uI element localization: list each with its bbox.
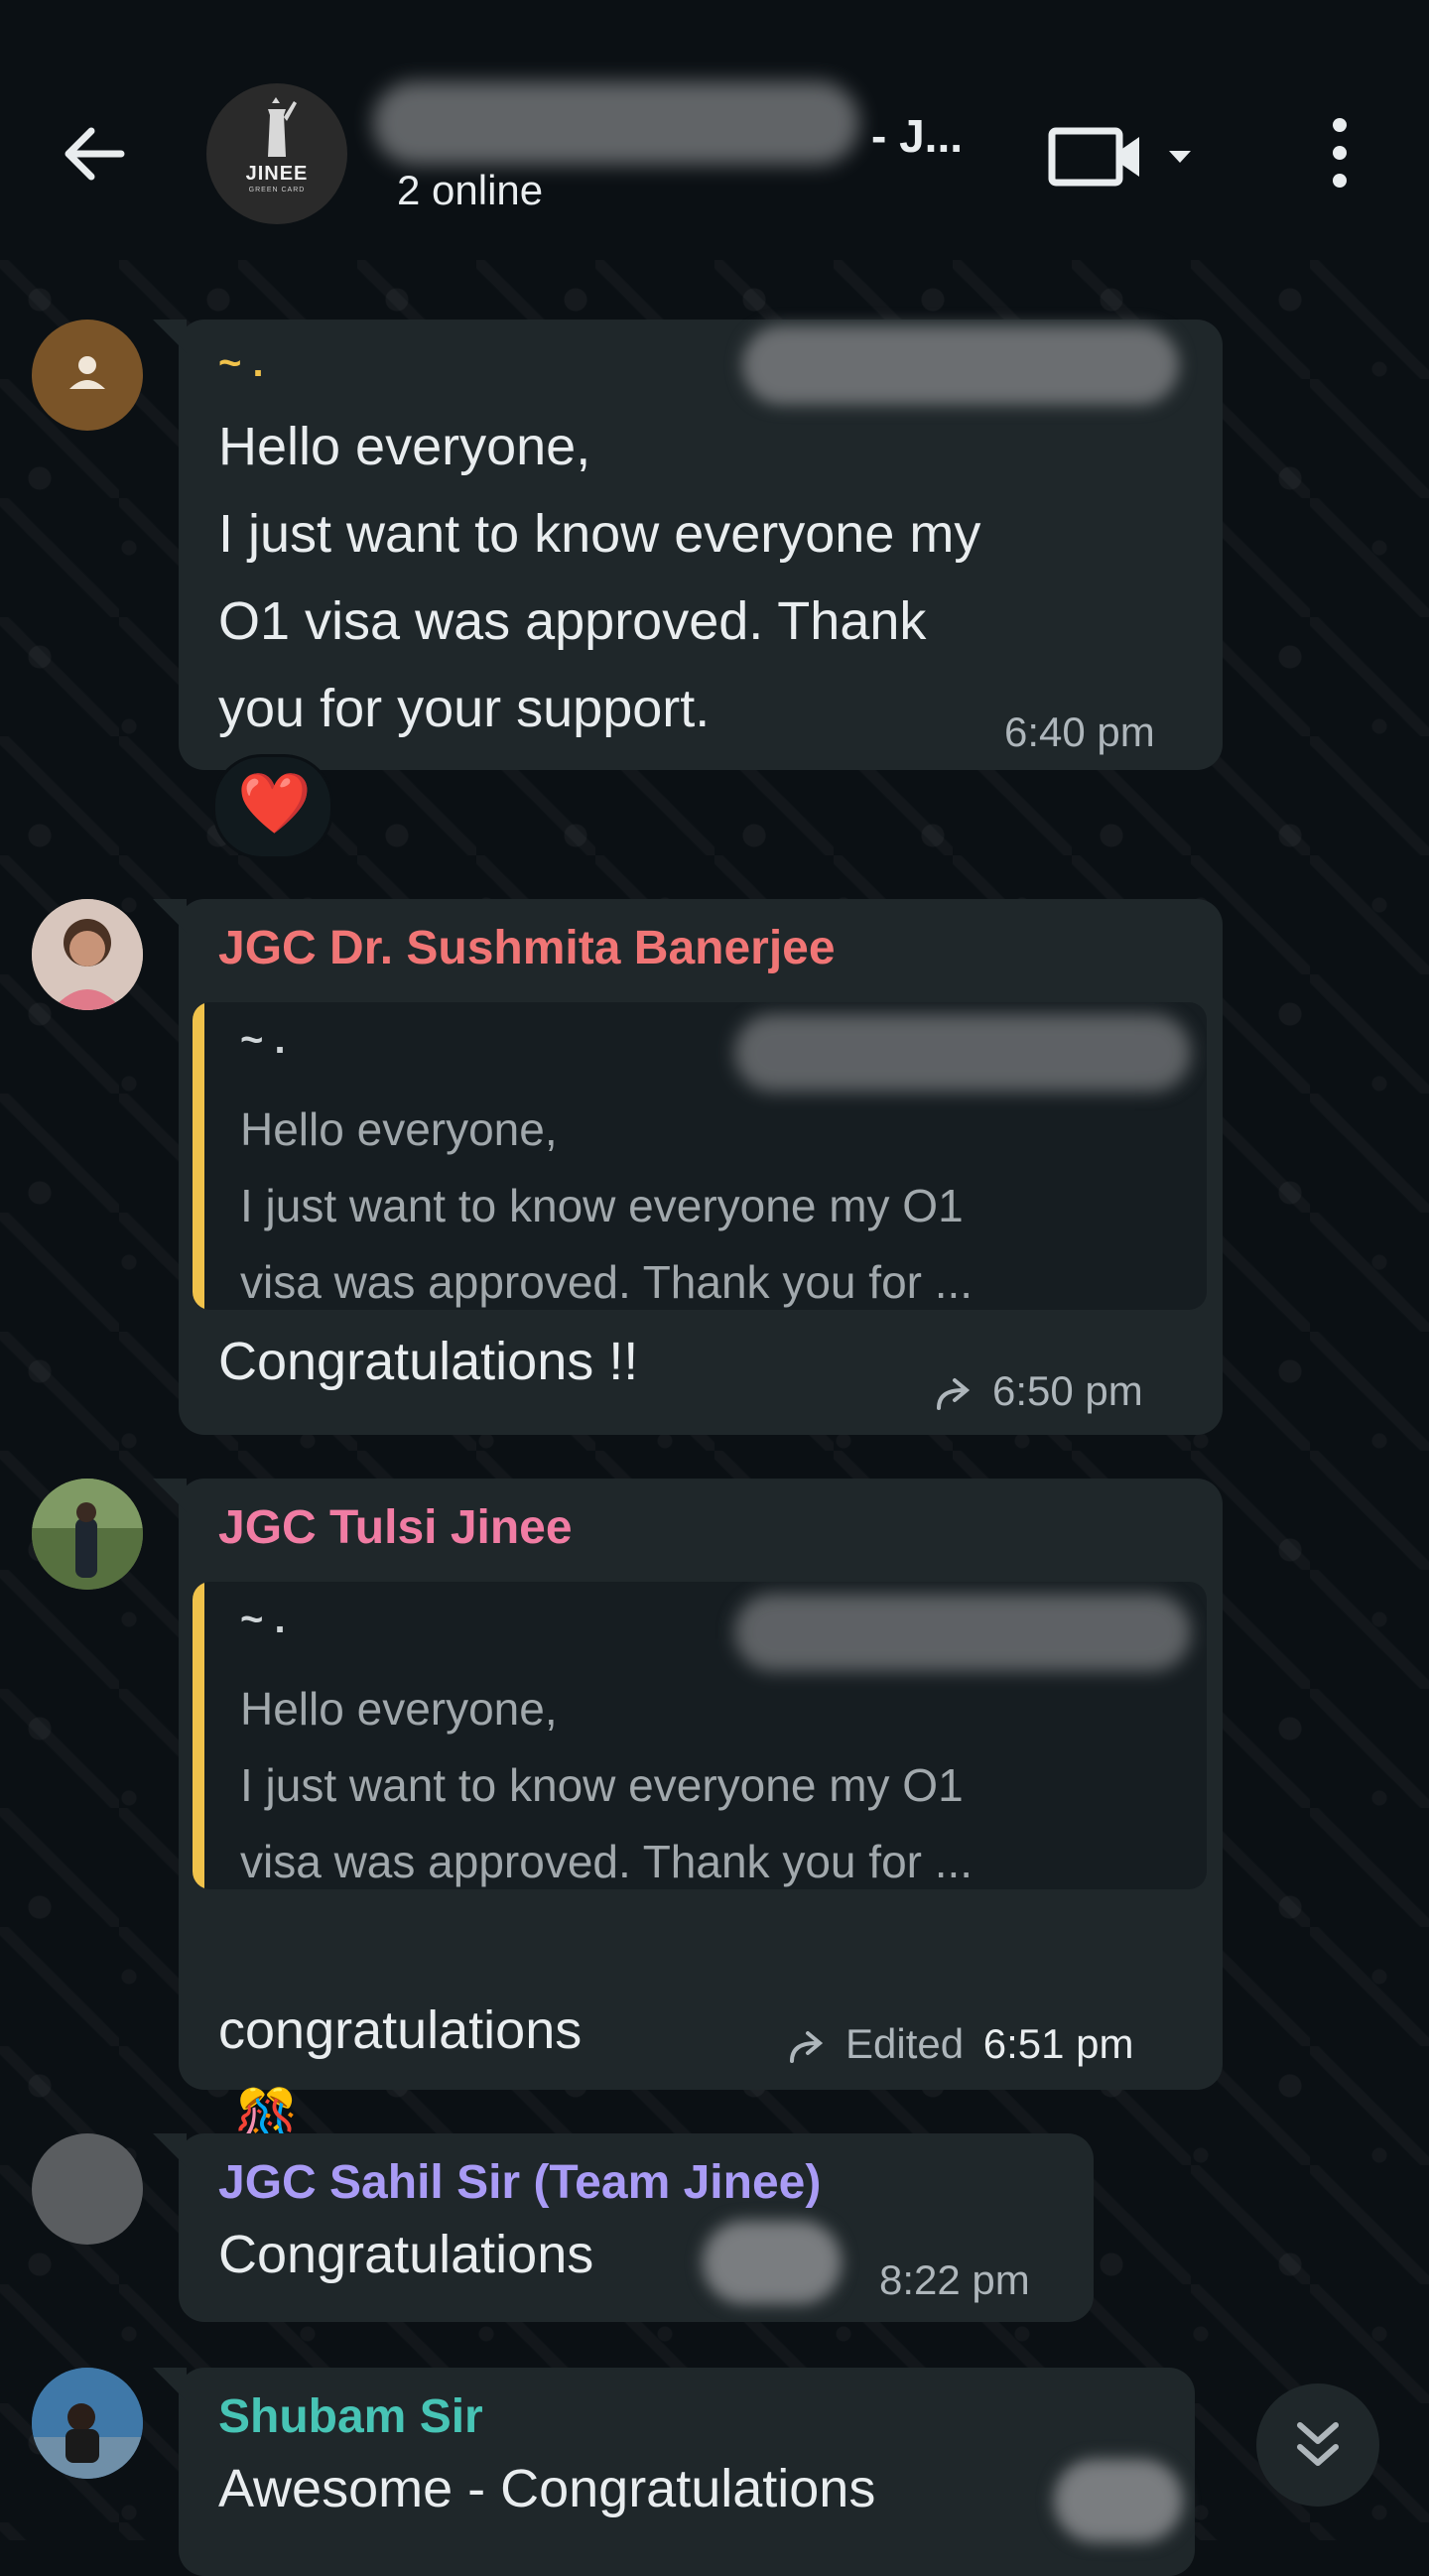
group-online-status: 2 online xyxy=(397,167,544,213)
avatar-tulsi[interactable] xyxy=(32,1479,143,1590)
forward-icon xyxy=(937,1377,971,1410)
quote-text: Hello everyone, I just want to know ever… xyxy=(240,1683,974,1887)
message-time-row: Edited 6:51 pm xyxy=(786,2020,1134,2068)
chat-header: JINEE GREEN CARD - J... 2 online xyxy=(0,0,1429,260)
group-avatar[interactable]: JINEE GREEN CARD xyxy=(206,83,347,224)
group-logo-subtext: GREEN CARD xyxy=(248,187,306,193)
sender-name[interactable]: JGC Sahil Sir (Team Jinee) xyxy=(218,2155,821,2210)
message-time: 6:50 pm xyxy=(992,1367,1143,1414)
quote-sender: ~ . xyxy=(240,1598,286,1641)
quote-phone-redacted xyxy=(734,1594,1191,1671)
message-text: Awesome - Congratulations xyxy=(218,2459,876,2518)
caret-down-icon xyxy=(1169,151,1191,163)
profile-photo xyxy=(32,1479,143,1590)
profile-photo xyxy=(32,899,143,1010)
avatar-default[interactable] xyxy=(32,320,143,431)
quote-phone-redacted xyxy=(734,1014,1191,1092)
person-icon xyxy=(69,356,105,389)
avatar-shubam[interactable] xyxy=(32,2368,143,2479)
message-text: Congratulations !! xyxy=(218,1332,639,1391)
heart-icon: ❤️ xyxy=(237,770,312,837)
quote-sender: ~ . xyxy=(240,1018,286,1062)
message-time-row: 6:50 pm xyxy=(933,1367,1143,1415)
message-time: 6:51 pm xyxy=(982,2020,1134,2067)
avatar-sushmita[interactable] xyxy=(32,899,143,1010)
arrow-left-icon[interactable] xyxy=(52,111,137,196)
profile-photo xyxy=(32,2368,143,2479)
message-text: Hello everyone, I just want to know ever… xyxy=(218,417,981,738)
group-title-suffix[interactable]: - J... xyxy=(871,109,963,163)
message-bubble[interactable]: JGC Dr. Sushmita Banerjee ~ . Hello ever… xyxy=(153,899,1223,1435)
sender-name[interactable]: Shubam Sir xyxy=(218,2389,483,2444)
video-call-icon[interactable] xyxy=(1046,117,1195,196)
edited-label: Edited xyxy=(845,2020,965,2067)
liberty-statue-icon xyxy=(268,97,297,157)
sender-name[interactable]: JGC Tulsi Jinee xyxy=(218,1500,573,1555)
emoji-redacted xyxy=(703,2221,842,2304)
quoted-message[interactable]: ~ . Hello everyone, I just want to know … xyxy=(193,1002,1207,1310)
message-bubble[interactable]: JGC Tulsi Jinee ~ . Hello everyone, I ju… xyxy=(153,1479,1223,2235)
emoji-redacted xyxy=(1054,2459,1183,2542)
group-logo-text: JINEE xyxy=(245,163,309,185)
quote-accent-bar xyxy=(193,1582,204,1889)
sender-name[interactable]: ~ . xyxy=(218,341,264,386)
avatar-sahil[interactable] xyxy=(32,2133,143,2245)
sender-name[interactable]: JGC Dr. Sushmita Banerjee xyxy=(218,921,836,975)
message-bubble[interactable]: JGC Sahil Sir (Team Jinee) Congratulatio… xyxy=(153,2133,1094,2322)
scroll-to-bottom-button[interactable] xyxy=(1256,2383,1379,2507)
message-text: Congratulations xyxy=(218,2225,594,2284)
quote-text: Hello everyone, I just want to know ever… xyxy=(240,1103,974,1308)
message-text: congratulations xyxy=(218,2000,583,2060)
message-time: 6:40 pm xyxy=(1004,708,1155,755)
more-vertical-icon[interactable] xyxy=(1320,115,1360,194)
message-bubble[interactable]: Shubam Sir Awesome - Congratulations xyxy=(153,2368,1195,2576)
forward-icon xyxy=(790,2030,824,2063)
double-chevron-down-icon xyxy=(1297,2422,1339,2466)
message-bubble[interactable]: ~ . Hello everyone, I just want to know … xyxy=(153,320,1223,770)
quote-accent-bar xyxy=(193,1002,204,1310)
sender-phone-redacted xyxy=(742,325,1179,405)
message-time: 8:22 pm xyxy=(879,2256,1030,2303)
quoted-message[interactable]: ~ . Hello everyone, I just want to know … xyxy=(193,1582,1207,1889)
group-title-redacted[interactable] xyxy=(373,81,859,165)
reaction-badge[interactable]: ❤️ xyxy=(212,754,333,859)
